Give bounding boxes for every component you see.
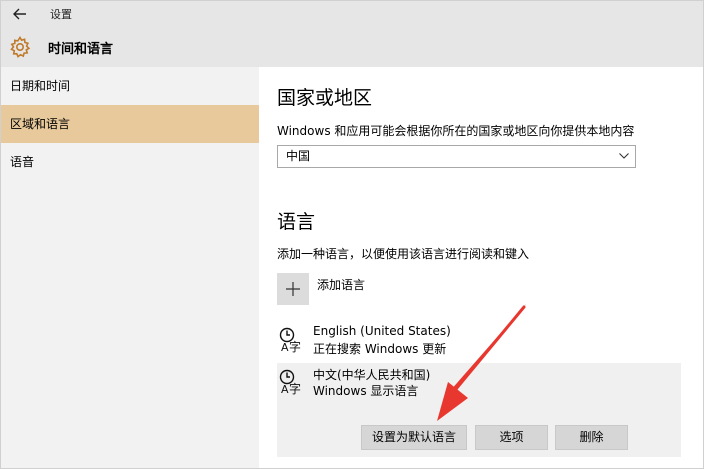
language-name: 中文(中华人民共和国): [313, 368, 431, 382]
main-content: 国家或地区 Windows 和应用可能会根据你所在的国家或地区向你提供本地内容 …: [259, 67, 703, 468]
options-button[interactable]: 选项: [475, 425, 548, 450]
svg-text:字: 字: [289, 339, 301, 354]
sidebar: 日期和时间 区域和语言 语音: [1, 67, 259, 468]
language-heading: 语言: [277, 211, 316, 233]
country-select[interactable]: 中国: [277, 145, 636, 168]
language-description: 添加一种语言，以便使用该语言进行阅读和键入: [277, 247, 530, 261]
language-icon: A 字: [279, 369, 301, 396]
sidebar-item-speech[interactable]: 语音: [1, 143, 259, 181]
add-language-label[interactable]: 添加语言: [317, 276, 365, 293]
settings-window: 设置 时间和语言 日期和时间 区域和语言 语音 国家或地区 Windows 和应…: [0, 0, 704, 469]
country-select-value: 中国: [286, 149, 311, 163]
page-title: 时间和语言: [48, 42, 114, 57]
region-description: Windows 和应用可能会根据你所在的国家或地区向你提供本地内容: [277, 124, 635, 138]
language-name: English (United States): [313, 324, 451, 338]
plus-icon: [286, 282, 300, 296]
remove-button[interactable]: 删除: [555, 425, 628, 450]
region-heading: 国家或地区: [277, 87, 373, 109]
header: 设置 时间和语言: [1, 1, 703, 67]
language-status: 正在搜索 Windows 更新: [313, 342, 447, 356]
add-language-button[interactable]: [277, 273, 309, 305]
language-status: Windows 显示语言: [313, 384, 419, 398]
gear-icon: [10, 36, 31, 58]
svg-text:字: 字: [289, 381, 301, 396]
set-default-language-button[interactable]: 设置为默认语言: [361, 425, 467, 450]
language-item-english[interactable]: A 字 English (United States) 正在搜索 Windows…: [277, 321, 681, 361]
svg-text:A: A: [281, 383, 289, 396]
chevron-down-icon: [619, 153, 629, 159]
back-arrow-icon: [13, 8, 26, 20]
back-button[interactable]: [7, 4, 33, 24]
window-title: 设置: [50, 8, 72, 21]
sidebar-item-region-language[interactable]: 区域和语言: [1, 105, 259, 143]
language-item-chinese[interactable]: A 字 中文(中华人民共和国) Windows 显示语言 设置为默认语言 选项 …: [277, 363, 681, 457]
language-icon: A 字: [279, 327, 301, 354]
sidebar-item-date-time[interactable]: 日期和时间: [1, 67, 259, 105]
svg-text:A: A: [281, 341, 289, 354]
